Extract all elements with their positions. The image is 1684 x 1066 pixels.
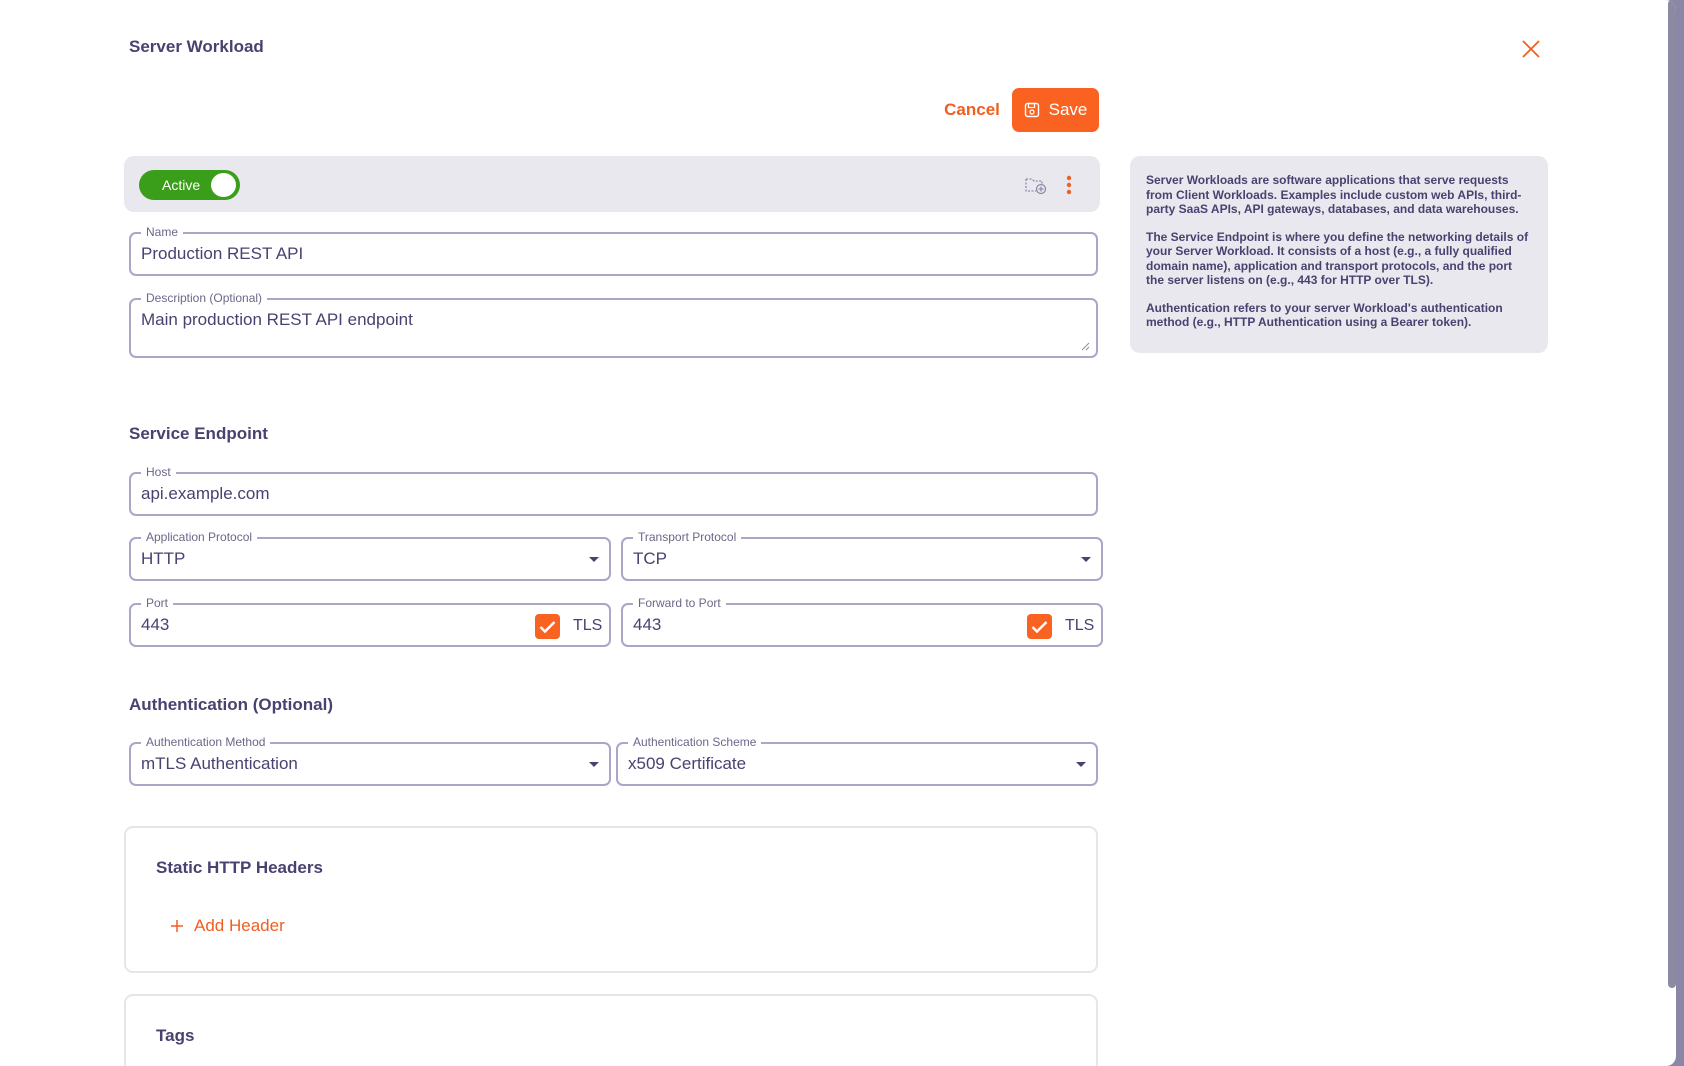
page-title: Server Workload — [129, 37, 264, 56]
authentication-title: Authentication (Optional) — [129, 695, 333, 714]
info-paragraph-3: Authentication refers to your server Wor… — [1146, 300, 1503, 330]
cancel-button[interactable]: Cancel — [936, 88, 1008, 132]
name-value: Production REST API — [141, 244, 304, 263]
chevron-down-icon — [1076, 762, 1086, 767]
static-headers-card: Static HTTP Headers Add Header — [124, 826, 1098, 973]
more-options-icon[interactable] — [1062, 174, 1076, 196]
forward-port-label: Forward to Port — [633, 596, 726, 610]
plus-icon — [171, 920, 183, 932]
authentication-scheme-select[interactable]: Authentication Scheme x509 Certificate — [616, 735, 1098, 786]
port-field[interactable]: Port 443 TLS — [129, 596, 611, 647]
authentication-method-value: mTLS Authentication — [141, 754, 298, 773]
forward-port-tls-label: TLS — [1065, 617, 1095, 634]
description-field[interactable]: Description (Optional) Main production R… — [129, 291, 1098, 358]
name-field[interactable]: Name Production REST API — [129, 225, 1098, 276]
port-label: Port — [141, 596, 174, 610]
application-protocol-select[interactable]: Application Protocol HTTP — [129, 530, 611, 581]
forward-port-value: 443 — [633, 615, 662, 634]
static-headers-title: Static HTTP Headers — [156, 858, 323, 877]
authentication-method-select[interactable]: Authentication Method mTLS Authenticatio… — [129, 735, 611, 786]
application-protocol-label: Application Protocol — [141, 530, 258, 544]
checkmark-icon — [539, 620, 556, 633]
tags-title: Tags — [156, 1026, 195, 1045]
description-label: Description (Optional) — [141, 291, 268, 305]
application-protocol-value: HTTP — [141, 549, 186, 568]
resize-grip-icon[interactable] — [1081, 342, 1090, 351]
info-paragraph-1: Server Workloads are software applicatio… — [1146, 173, 1522, 216]
host-label: Host — [141, 465, 176, 479]
transport-protocol-select[interactable]: Transport Protocol TCP — [621, 530, 1103, 581]
chevron-down-icon — [1081, 557, 1091, 562]
info-paragraph-2: The Service Endpoint is where you define… — [1146, 229, 1529, 288]
save-button[interactable]: Save — [1012, 88, 1099, 132]
tags-card: Tags — [124, 994, 1098, 1066]
active-toggle-label: Active — [162, 177, 201, 193]
folder-add-icon[interactable] — [1024, 175, 1048, 195]
info-box: Server Workloads are software applicatio… — [1130, 156, 1548, 353]
transport-protocol-value: TCP — [633, 549, 667, 568]
host-field[interactable]: Host api.example.com — [129, 465, 1098, 516]
scrollbar[interactable] — [1668, 0, 1676, 988]
chevron-down-icon — [589, 557, 599, 562]
authentication-scheme-label: Authentication Scheme — [628, 735, 762, 749]
transport-protocol-label: Transport Protocol — [633, 530, 742, 544]
save-icon — [1024, 102, 1039, 118]
forward-port-tls-checkbox[interactable] — [1027, 614, 1052, 639]
close-icon — [1522, 40, 1540, 58]
name-label: Name — [141, 225, 184, 239]
save-button-label: Save — [1048, 100, 1088, 119]
chevron-down-icon — [589, 762, 599, 767]
add-header-label: Add Header — [194, 916, 285, 935]
close-button[interactable] — [1518, 36, 1544, 62]
server-workload-panel: Server Workload Cancel Save Active Name … — [0, 0, 1676, 1066]
forward-port-field[interactable]: Forward to Port 443 TLS — [621, 596, 1103, 647]
status-bar: Active — [124, 156, 1100, 212]
authentication-scheme-value: x509 Certificate — [628, 754, 747, 773]
service-endpoint-title: Service Endpoint — [129, 424, 268, 443]
toggle-knob — [211, 173, 236, 197]
active-toggle[interactable]: Active — [139, 170, 240, 200]
port-value: 443 — [141, 615, 170, 634]
add-header-button[interactable]: Add Header — [170, 916, 285, 936]
description-value: Main production REST API endpoint — [141, 310, 413, 329]
authentication-method-label: Authentication Method — [141, 735, 271, 749]
host-value: api.example.com — [141, 484, 270, 503]
port-tls-label: TLS — [573, 617, 603, 634]
checkmark-icon — [1031, 620, 1048, 633]
port-tls-checkbox[interactable] — [535, 614, 560, 639]
